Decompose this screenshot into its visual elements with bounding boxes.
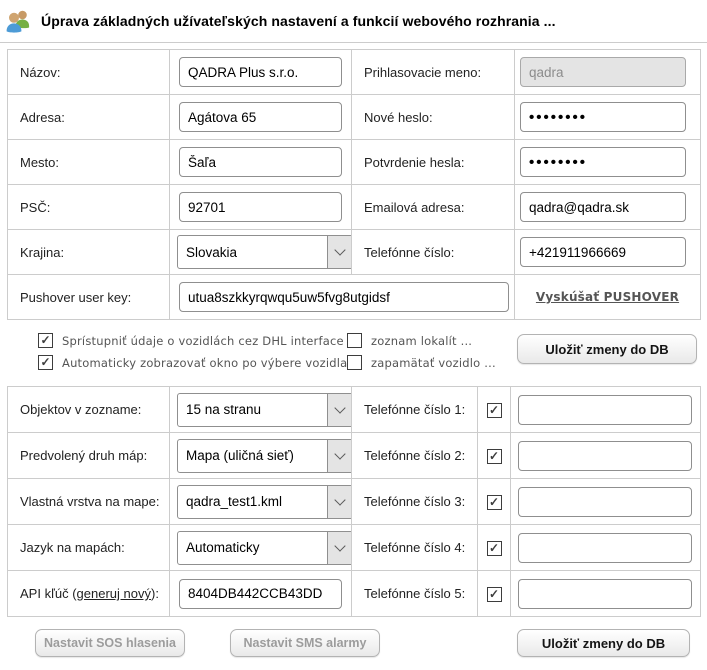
field-label: Potvrdenie hesla:: [352, 140, 515, 185]
table-row: Mesto: Potvrdenie hesla:: [8, 140, 701, 185]
prihlasovacie-meno-input: [520, 57, 686, 87]
chevron-down-icon: [327, 486, 352, 518]
auto-okno-checkbox[interactable]: [38, 355, 53, 370]
telefonne-cislo-5-input[interactable]: [518, 579, 692, 609]
checkbox-label: Sprístupniť údaje o vozidlách cez DHL in…: [62, 334, 359, 348]
field-label: Prihlasovacie meno:: [352, 50, 515, 95]
dhl-interface-checkbox[interactable]: [38, 333, 53, 348]
field-label: Adresa:: [8, 95, 170, 140]
field-label: Objektov v zozname:: [8, 387, 170, 433]
field-label: Telefónne číslo 3:: [352, 479, 478, 525]
table-row: Pushover user key: Vyskúšať PUSHOVER: [8, 275, 701, 320]
field-label: Telefónne číslo:: [352, 230, 515, 275]
nove-heslo-input[interactable]: [520, 102, 686, 132]
vlastna-vrstva-select[interactable]: qadra_test1.kml: [177, 485, 352, 519]
table-row: Krajina: Slovakia Telefónne číslo:: [8, 230, 701, 275]
field-label: Telefónne číslo 5:: [352, 571, 478, 617]
users-icon: [4, 7, 32, 35]
objektov-v-zozname-select[interactable]: 15 na stranu: [177, 393, 352, 427]
footer-buttons: Nastavit SOS hlasenia Nastavit SMS alarm…: [0, 628, 707, 670]
checkbox-section: Sprístupniť údaje o vozidlách cez DHL in…: [7, 330, 700, 380]
field-label: Telefónne číslo 4:: [352, 525, 478, 571]
field-label: Pushover user key:: [8, 275, 170, 320]
telefonne-cislo-3-checkbox[interactable]: [487, 495, 502, 510]
select-value: qadra_test1.kml: [178, 486, 327, 518]
krajina-select[interactable]: Slovakia: [177, 235, 352, 269]
telefonne-cislo-1-input[interactable]: [518, 395, 692, 425]
field-label: Emailová adresa:: [352, 185, 515, 230]
field-label: API kľúč (generuj nový):: [8, 571, 170, 617]
table-row: Objektov v zozname: 15 na stranu Telefón…: [8, 387, 701, 433]
api-label-prefix: API kľúč (: [20, 586, 77, 601]
table-row: PSČ: Emailová adresa:: [8, 185, 701, 230]
table-row: Vlastná vrstva na mape: qadra_test1.kml …: [8, 479, 701, 525]
zoznam-lokalit-checkbox[interactable]: [347, 333, 362, 348]
table-row: Jazyk na mapách: Automaticky Telefónne č…: [8, 525, 701, 571]
api-label-suffix: ):: [151, 586, 159, 601]
telefonne-cislo-2-input[interactable]: [518, 441, 692, 471]
api-kluc-input[interactable]: [179, 579, 342, 609]
table-row: Názov: Prihlasovacie meno:: [8, 50, 701, 95]
telefonne-cislo-4-checkbox[interactable]: [487, 541, 502, 556]
chevron-down-icon: [327, 394, 352, 426]
select-value: Slovakia: [178, 236, 327, 268]
telefonne-cislo-3-input[interactable]: [518, 487, 692, 517]
checkbox-label: Automaticky zobrazovať okno po výbere vo…: [62, 356, 363, 370]
field-label: Telefónne číslo 2:: [352, 433, 478, 479]
jazyk-select[interactable]: Automaticky: [177, 531, 352, 565]
field-label: PSČ:: [8, 185, 170, 230]
field-label: Predvolený druh máp:: [8, 433, 170, 479]
field-label: Nové heslo:: [352, 95, 515, 140]
select-value: 15 na stranu: [178, 394, 327, 426]
pushover-key-input[interactable]: [179, 282, 509, 312]
field-label: Vlastná vrstva na mape:: [8, 479, 170, 525]
field-label: Jazyk na mapách:: [8, 525, 170, 571]
chevron-down-icon: [327, 236, 352, 268]
options-table: Objektov v zozname: 15 na stranu Telefón…: [7, 386, 701, 617]
field-label: Názov:: [8, 50, 170, 95]
zapamatat-vozidlo-checkbox[interactable]: [347, 355, 362, 370]
generuj-novy-link[interactable]: generuj nový: [77, 586, 151, 601]
select-value: Mapa (uličná sieť): [178, 440, 327, 472]
table-row: Predvolený druh máp: Mapa (uličná sieť) …: [8, 433, 701, 479]
nazov-input[interactable]: [179, 57, 342, 87]
checkbox-label: zoznam lokalít ...: [371, 334, 472, 348]
druh-map-select[interactable]: Mapa (uličná sieť): [177, 439, 352, 473]
checkbox-label: zapamätať vozidlo ...: [371, 356, 496, 370]
nastavit-sos-button[interactable]: Nastavit SOS hlasenia: [35, 629, 185, 657]
page-title: Úprava základných užívateľských nastaven…: [41, 13, 556, 29]
chevron-down-icon: [327, 532, 352, 564]
nastavit-sms-button[interactable]: Nastavit SMS alarmy: [230, 629, 380, 657]
field-label: Telefónne číslo 1:: [352, 387, 478, 433]
telefonne-cislo-5-checkbox[interactable]: [487, 587, 502, 602]
mesto-input[interactable]: [179, 147, 342, 177]
psc-input[interactable]: [179, 192, 342, 222]
field-label: Mesto:: [8, 140, 170, 185]
chevron-down-icon: [327, 440, 352, 472]
telefonne-cislo-1-checkbox[interactable]: [487, 403, 502, 418]
select-value: Automaticky: [178, 532, 327, 564]
page-header: Úprava základných užívateľských nastaven…: [0, 0, 707, 43]
ulozit-zmeny-button-bottom[interactable]: Uložiť zmeny do DB: [517, 629, 690, 657]
table-row: Adresa: Nové heslo:: [8, 95, 701, 140]
telefonne-cislo-4-input[interactable]: [518, 533, 692, 563]
potvrdenie-hesla-input[interactable]: [520, 147, 686, 177]
field-label: Krajina:: [8, 230, 170, 275]
telefonne-cislo-2-checkbox[interactable]: [487, 449, 502, 464]
telefonne-cislo-input[interactable]: [520, 237, 686, 267]
vyskusat-pushover-link[interactable]: Vyskúšať PUSHOVER: [536, 290, 679, 304]
ulozit-zmeny-button-top[interactable]: Uložiť zmeny do DB: [517, 334, 697, 364]
account-settings-table: Názov: Prihlasovacie meno: Adresa: Nové …: [7, 49, 701, 320]
adresa-input[interactable]: [179, 102, 342, 132]
table-row: API kľúč (generuj nový): Telefónne číslo…: [8, 571, 701, 617]
email-input[interactable]: [520, 192, 686, 222]
